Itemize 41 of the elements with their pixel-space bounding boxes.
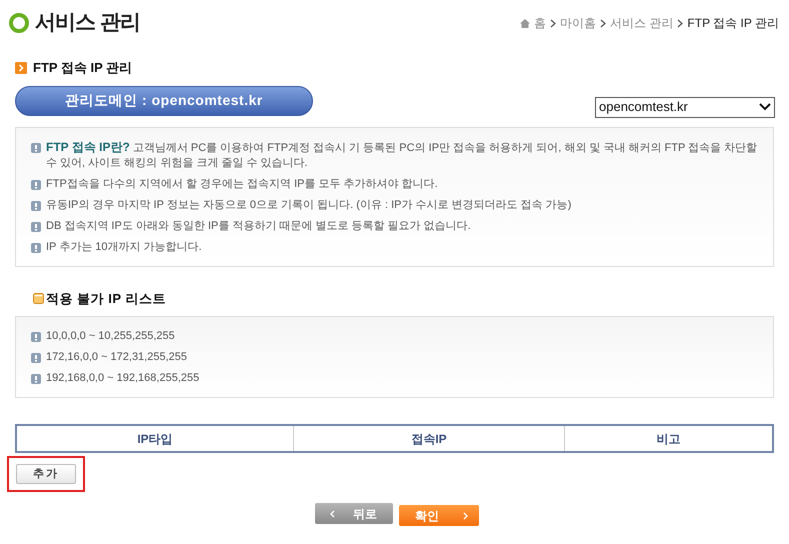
dropdown-icon bbox=[759, 103, 771, 111]
exclamation-icon bbox=[31, 374, 41, 384]
notice-text: DB 접속지역 IP도 아래와 동일한 IP를 적용하기 때문에 별도로 등록할 필요가 없습니다. bbox=[46, 218, 471, 234]
chevron-right-icon bbox=[463, 512, 468, 520]
domain-banner: 관리도메인 : opencomtest.kr bbox=[15, 86, 313, 116]
add-button[interactable]: 추가 bbox=[16, 464, 76, 484]
exclamation-icon bbox=[31, 200, 41, 210]
breadcrumb-link[interactable]: 서비스 관리 bbox=[610, 14, 674, 32]
breadcrumb-link[interactable]: 홈 bbox=[534, 14, 546, 32]
ip-range: 172,16,0,0 ~ 172,31,255,255 bbox=[46, 350, 187, 365]
back-button[interactable]: 뒤로 bbox=[314, 503, 392, 524]
column-header: IP타입 bbox=[136, 430, 174, 448]
section-title: FTP 접속 IP 관리 bbox=[33, 59, 132, 77]
exclamation-icon bbox=[31, 332, 41, 342]
note-icon bbox=[33, 292, 44, 304]
notice-text: IP 추가는 10개까지 가능합니다. bbox=[46, 240, 202, 254]
exclamation-icon bbox=[31, 242, 41, 252]
notice-text: FTP접속을 다수의 지역에서 할 경우에는 접속지역 IP를 모두 추가하셔야 합니다. bbox=[46, 176, 438, 192]
exclamation-icon bbox=[31, 222, 41, 232]
chevron-icon bbox=[600, 18, 606, 28]
exclamation-icon bbox=[31, 142, 41, 152]
ip-range: 192,168,0,0 ~ 192,168,255,255 bbox=[46, 371, 200, 386]
breadcrumb-link[interactable]: FTP 접속 IP 관리 bbox=[687, 14, 779, 32]
list-title: 적용 불가 IP 리스트 bbox=[46, 290, 166, 308]
notice-text: FTP 접속 IP란? 고객님께서 PC를 이용하여 FTP계정 접속시 기 등록된 PC의 IP만 접속을 허용하게 되어, 해외 및 국내 해커의 FTP 접속을 차단할 수 있어, 사이트 해킹의 위험을 크게 줄일 수 있습니다. bbox=[46, 140, 758, 170]
exclamation-icon bbox=[31, 180, 41, 190]
chevron-left-icon bbox=[330, 510, 335, 518]
page-title: 서비스 관리 bbox=[35, 10, 140, 36]
domain-select[interactable]: opencomtest.kr bbox=[595, 96, 775, 118]
ip-range: 10,0,0,0 ~ 10,255,255,255 bbox=[46, 329, 175, 344]
column-header: 비고 bbox=[564, 426, 772, 451]
breadcrumb-link[interactable]: 마이홈 bbox=[560, 14, 596, 32]
home-icon bbox=[520, 18, 530, 28]
ring-icon bbox=[9, 13, 29, 33]
chevron-icon bbox=[550, 18, 556, 28]
column-header: 접속IP bbox=[293, 426, 564, 451]
exclamation-icon bbox=[31, 353, 41, 363]
arrow-square-icon bbox=[15, 62, 27, 74]
confirm-button[interactable]: 확인 bbox=[398, 505, 478, 526]
chevron-icon bbox=[677, 18, 684, 28]
notice-text: 유동IP의 경우 마지막 IP 정보는 자동으로 0으로 기록이 됩니다. (이유 : IP가 수시로 변경되더라도 접속 가능) bbox=[46, 198, 572, 212]
